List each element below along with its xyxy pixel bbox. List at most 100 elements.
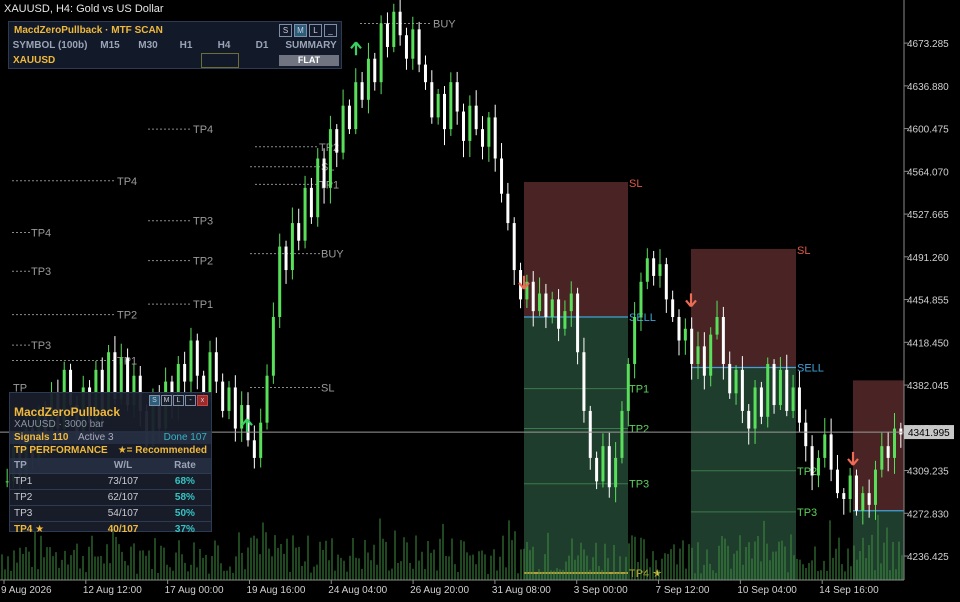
candle-body xyxy=(322,158,326,188)
candle-body xyxy=(626,363,630,411)
candle-body xyxy=(753,387,757,429)
tp-label: TP2 xyxy=(629,424,649,436)
candle-body xyxy=(778,369,782,406)
stats-size-m-button[interactable]: M xyxy=(161,395,172,406)
candle-body xyxy=(835,469,839,494)
table-row: TP2 62/107 58% xyxy=(10,489,211,506)
level-label: BUY xyxy=(433,18,456,30)
level-label: TP4 xyxy=(117,176,137,188)
candle-body xyxy=(702,346,706,376)
mtf-summary-badge: FLAT xyxy=(279,55,339,66)
candle-body xyxy=(417,29,421,65)
mtf-col-symbol: SYMBOL (100b) xyxy=(12,40,88,51)
candle-body xyxy=(271,317,275,376)
candle-body xyxy=(366,58,370,100)
sl-label: SL xyxy=(629,178,642,190)
price-tick-label: 4272.830 xyxy=(907,509,949,520)
price-tick-label: 4491.260 xyxy=(907,253,949,264)
candle-body xyxy=(620,410,624,458)
candle-body xyxy=(595,457,599,482)
row-wl: 73/107 xyxy=(87,473,159,490)
level-label: SL xyxy=(321,382,334,394)
candle-body xyxy=(411,29,415,59)
candle-body xyxy=(829,434,833,470)
mtf-col-h4: H4 xyxy=(217,40,231,51)
mtf-symbol: XAUUSD xyxy=(13,55,56,66)
candle-body xyxy=(797,387,801,423)
col-wl: W/L xyxy=(87,458,159,474)
candle-body xyxy=(290,223,294,271)
stats-close-button[interactable]: x xyxy=(197,395,208,406)
candle-body xyxy=(867,493,871,505)
candle-body xyxy=(791,387,795,411)
stats-subtitle: XAUUSD · 3000 bar xyxy=(14,419,105,430)
candle-body xyxy=(493,117,497,159)
row-wl: 54/107 xyxy=(87,505,159,522)
mtf-col-summary: SUMMARY xyxy=(285,40,337,51)
candle-body xyxy=(309,187,313,218)
time-tick-label: 19 Aug 16:00 xyxy=(246,585,305,596)
row-tp: TP1 xyxy=(10,473,88,490)
candle-body xyxy=(423,64,427,83)
col-rate: Rate xyxy=(158,458,211,474)
candle-body xyxy=(430,82,434,118)
candle-body xyxy=(880,446,884,470)
candle-body xyxy=(607,446,611,488)
candle-body xyxy=(721,317,725,364)
candle-body xyxy=(468,105,472,141)
candle-body xyxy=(442,93,446,130)
candle-body xyxy=(658,264,662,276)
candle-body xyxy=(766,363,770,417)
candle-body xyxy=(202,375,206,394)
tp-label: TP3 xyxy=(629,479,649,491)
level-label: TP4 xyxy=(31,227,51,239)
price-tick-label: 4527.665 xyxy=(907,210,949,221)
candle-body xyxy=(563,311,567,329)
row-rate: 37% xyxy=(158,521,211,537)
candle-body xyxy=(316,158,320,218)
candle-body xyxy=(842,493,846,499)
current-price-label: 4341.995 xyxy=(908,428,950,439)
row-wl: 62/107 xyxy=(87,489,159,506)
candle-body xyxy=(189,340,193,382)
mtf-size-m-button[interactable]: M xyxy=(294,24,307,37)
time-tick-label: 10 Sep 04:00 xyxy=(737,585,797,596)
time-tick-label: 9 Aug 2026 xyxy=(1,585,52,596)
candle-body xyxy=(506,193,510,224)
mtf-size-l-button[interactable]: L xyxy=(309,24,322,37)
price-tick-label: 4309.235 xyxy=(907,467,949,478)
candle-body xyxy=(297,223,301,241)
row-rate: 50% xyxy=(158,505,211,522)
candle-body xyxy=(252,440,256,458)
candle-body xyxy=(576,293,580,353)
candle-body xyxy=(785,369,789,411)
row-tp: TP3 xyxy=(10,505,88,522)
price-tick-label: 4636.880 xyxy=(907,82,949,93)
candle-body xyxy=(474,105,478,130)
stats-size-l-button[interactable]: L xyxy=(173,395,184,406)
candle-body xyxy=(683,328,687,341)
candle-body xyxy=(633,317,637,364)
level-label: TP3 xyxy=(31,266,51,278)
mtf-size-s-button[interactable]: S xyxy=(279,24,292,37)
candle-body xyxy=(531,281,535,312)
candle-body xyxy=(392,11,396,47)
active-count: Active 3 xyxy=(78,432,114,443)
table-row: TP3 54/107 50% xyxy=(10,505,211,522)
mtf-size-controls: S M L _ xyxy=(279,24,337,37)
candle-body xyxy=(195,340,199,376)
stats-minimize-button[interactable]: - xyxy=(185,395,196,406)
candle-body xyxy=(886,446,890,458)
price-tick-label: 4673.285 xyxy=(907,39,949,50)
level-label: TP2 xyxy=(193,256,213,268)
candle-body xyxy=(538,293,542,312)
candle-body xyxy=(810,446,814,476)
stats-size-s-button[interactable]: S xyxy=(149,395,160,406)
time-tick-label: 26 Aug 20:00 xyxy=(410,585,469,596)
mtf-minimize-button[interactable]: _ xyxy=(324,24,337,37)
mtf-col-m15: M15 xyxy=(100,40,120,51)
candle-body xyxy=(690,328,694,364)
mtf-symbol-row[interactable]: XAUUSD FLAT xyxy=(9,53,341,68)
candle-body xyxy=(582,352,586,411)
tp-performance-table: TP W/L Rate TP1 73/107 68% TP2 62/107 58… xyxy=(10,458,211,537)
